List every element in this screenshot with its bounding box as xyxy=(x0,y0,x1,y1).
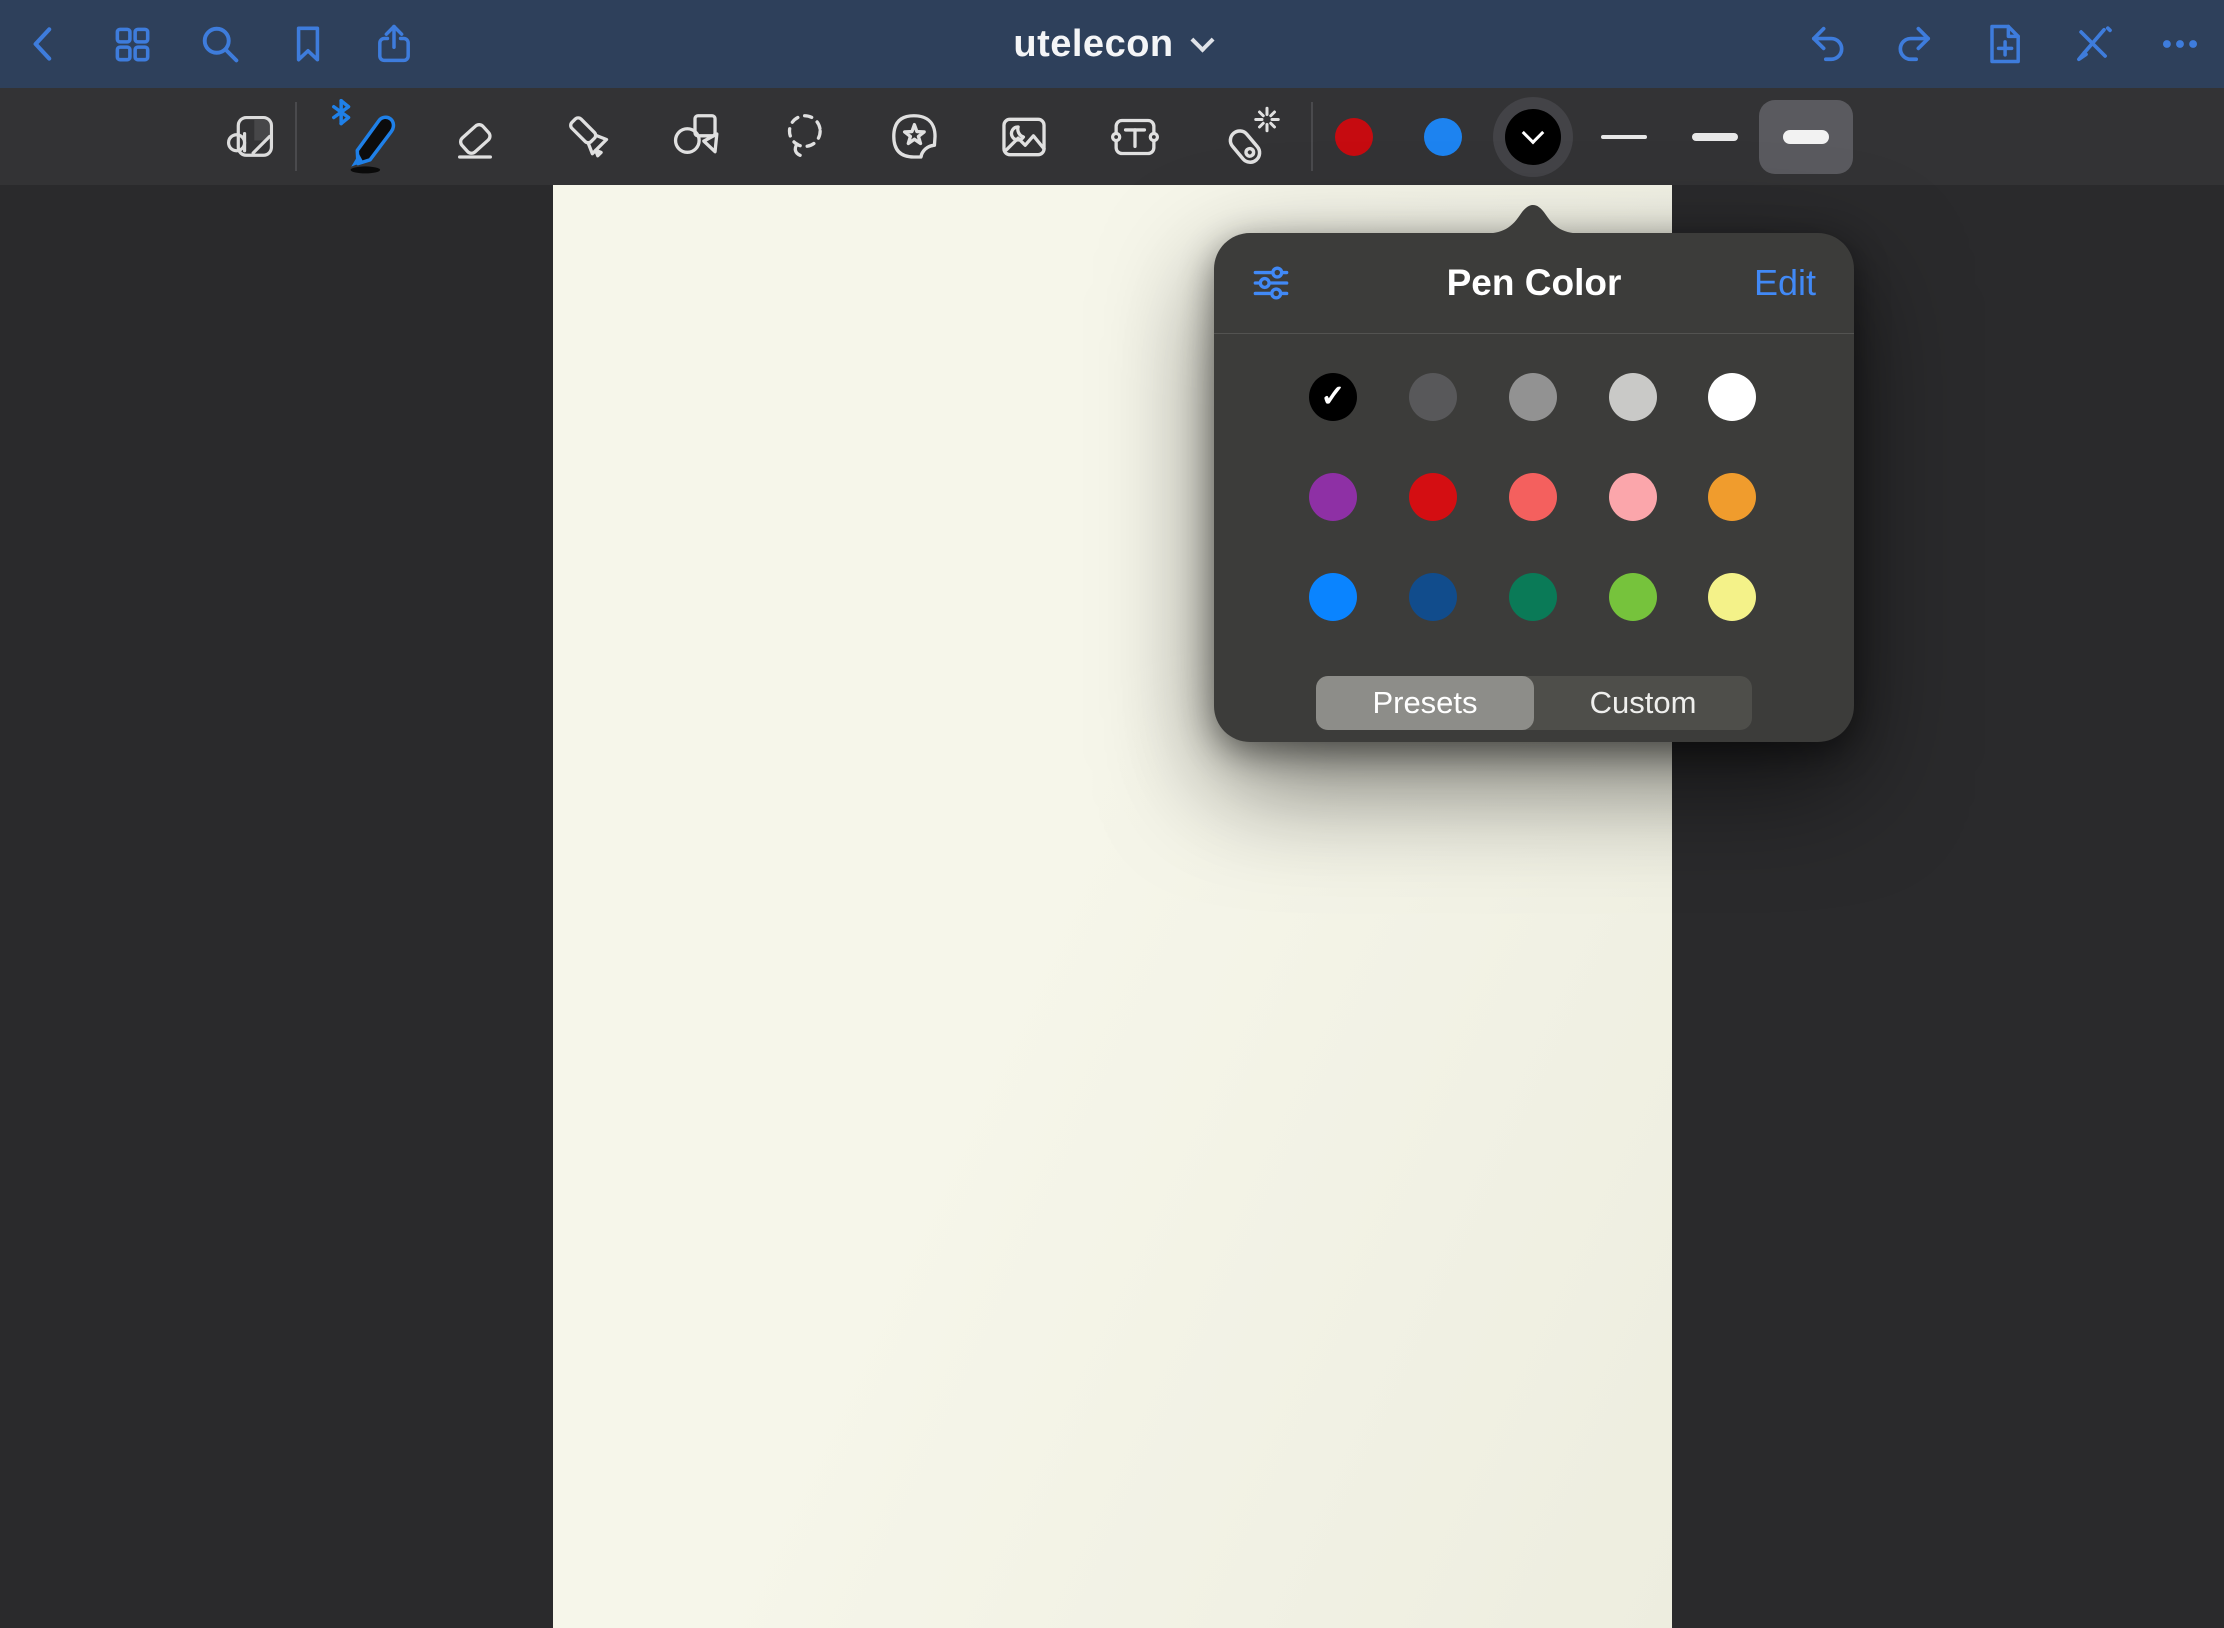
color-swatch-yellow[interactable] xyxy=(1708,573,1756,621)
tab-custom[interactable]: Custom xyxy=(1534,676,1752,730)
stylus-cross-icon xyxy=(2068,20,2116,68)
toolbar-color-blue[interactable] xyxy=(1424,118,1462,156)
color-swatch-light-gray[interactable] xyxy=(1609,373,1657,421)
text-icon xyxy=(1102,104,1168,170)
tool-laser-pointer[interactable] xyxy=(1201,88,1293,185)
tools-toolbar xyxy=(0,88,2224,185)
tool-eraser[interactable] xyxy=(429,88,521,185)
color-swatch-coral[interactable] xyxy=(1509,473,1557,521)
navigation-bar: utelecon xyxy=(0,0,2224,88)
color-swatch-red[interactable] xyxy=(1409,473,1457,521)
color-swatch-black[interactable]: ✓ xyxy=(1309,373,1357,421)
document-title: utelecon xyxy=(1013,23,1173,66)
redo-button[interactable] xyxy=(1870,0,1958,88)
color-swatch-dark-gray[interactable] xyxy=(1409,373,1457,421)
lasso-icon xyxy=(773,104,839,170)
toolbar-color-black-dot xyxy=(1505,109,1561,165)
app-window: utelecon xyxy=(0,0,2224,1628)
thickness-medium[interactable] xyxy=(1692,133,1738,141)
color-swatch-pink[interactable] xyxy=(1609,473,1657,521)
add-page-icon xyxy=(1980,20,2028,68)
tool-text[interactable] xyxy=(1089,88,1181,185)
undo-button[interactable] xyxy=(1784,0,1872,88)
color-swatch-green[interactable] xyxy=(1609,573,1657,621)
shapes-icon xyxy=(662,104,728,170)
toolbar-color-red[interactable] xyxy=(1335,118,1373,156)
tool-pen[interactable] xyxy=(318,88,410,185)
redo-icon xyxy=(1890,20,1938,68)
ellipsis-icon xyxy=(2156,20,2204,68)
edit-colors-button[interactable]: Edit xyxy=(1754,233,1816,333)
eraser-icon xyxy=(442,104,508,170)
thickness-thin[interactable] xyxy=(1601,135,1647,139)
tool-sticker[interactable] xyxy=(869,88,961,185)
color-mode-segmented-control: Presets Custom xyxy=(1316,676,1752,730)
thickness-thick-line xyxy=(1783,130,1829,144)
highlighter-icon xyxy=(556,104,622,170)
sticker-icon xyxy=(882,104,948,170)
selected-check-icon: ✓ xyxy=(1320,382,1345,412)
thickness-thick[interactable] xyxy=(1759,100,1853,174)
image-icon xyxy=(991,104,1057,170)
toolbar-separator xyxy=(1311,102,1313,171)
popover-arrow xyxy=(1478,204,1588,234)
color-swatch-teal[interactable] xyxy=(1509,573,1557,621)
title-dropdown-chevron-icon xyxy=(1190,28,1214,52)
toolbar-separator xyxy=(295,102,297,171)
color-dropdown-chevron-icon xyxy=(1522,122,1545,145)
stylus-disable-button[interactable] xyxy=(2048,0,2136,88)
toolbar-color-black[interactable] xyxy=(1493,97,1573,177)
pen-bluetooth-icon xyxy=(321,94,407,180)
color-swatch-navy[interactable] xyxy=(1409,573,1457,621)
tool-image[interactable] xyxy=(978,88,1070,185)
color-swatch-white[interactable] xyxy=(1708,373,1756,421)
tool-lasso[interactable] xyxy=(760,88,852,185)
laser-pointer-icon xyxy=(1212,102,1282,172)
tool-shapes[interactable] xyxy=(649,88,741,185)
page-panel-icon xyxy=(220,105,284,169)
undo-icon xyxy=(1804,20,1852,68)
tool-highlighter[interactable] xyxy=(543,88,635,185)
popover-header: Pen Color Edit xyxy=(1214,233,1854,333)
color-swatch-purple[interactable] xyxy=(1309,473,1357,521)
color-swatch-gray[interactable] xyxy=(1509,373,1557,421)
pen-color-popover: Pen Color Edit ✓ Presets Custom xyxy=(1214,233,1854,742)
popover-divider xyxy=(1214,333,1854,334)
tab-presets[interactable]: Presets xyxy=(1316,676,1534,730)
more-menu-button[interactable] xyxy=(2136,0,2224,88)
add-page-button[interactable] xyxy=(1960,0,2048,88)
tool-page-panel[interactable] xyxy=(206,88,298,185)
color-swatch-blue[interactable] xyxy=(1309,573,1357,621)
color-swatch-orange[interactable] xyxy=(1708,473,1756,521)
